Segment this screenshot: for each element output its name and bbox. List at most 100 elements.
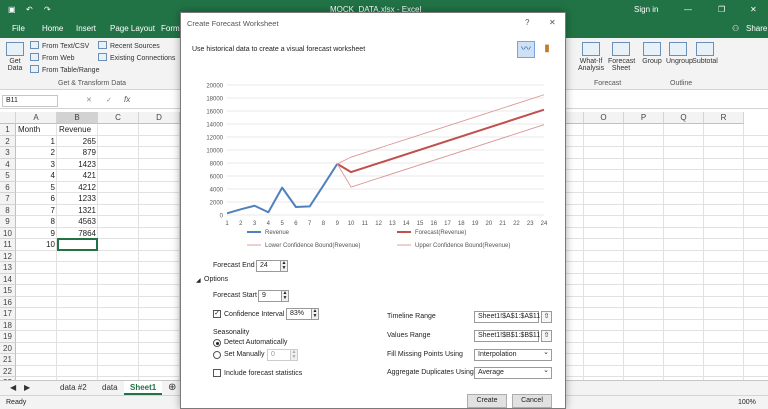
row-header[interactable]: 22 (0, 365, 16, 377)
values-range-input[interactable]: Sheet1!$B$1:$B$11 (474, 330, 540, 342)
cell-month[interactable]: 7 (16, 205, 57, 217)
cell-month[interactable]: 9 (16, 228, 57, 240)
next-sheet-icon[interactable]: ▶ (18, 381, 36, 395)
row-header[interactable]: 9 (0, 216, 16, 228)
confidence-interval-input[interactable]: 83% (286, 308, 312, 320)
fx-icon[interactable]: fx (124, 95, 130, 104)
share-icon[interactable]: ⚇ (732, 24, 739, 33)
confidence-interval-spinner[interactable]: ▲ ▼ (311, 308, 319, 320)
row-header[interactable]: 2 (0, 135, 16, 147)
column-chart-toggle-icon[interactable]: ▮ (538, 41, 556, 58)
cell-revenue[interactable]: 4212 (57, 182, 98, 194)
fill-missing-select[interactable]: Interpolation (474, 348, 552, 361)
values-range-picker-icon[interactable]: ⇧ (541, 330, 552, 342)
row-header[interactable]: 10 (0, 227, 16, 239)
line-chart-toggle-icon[interactable]: 〰 (517, 41, 535, 58)
sign-in-link[interactable]: Sign in (634, 5, 658, 14)
create-button[interactable]: Create (467, 394, 507, 408)
cancel-formula-icon[interactable]: ✕ (86, 96, 92, 104)
column-header-r[interactable]: R (704, 112, 744, 124)
tab-file[interactable]: File (12, 24, 25, 33)
forecast-end-input[interactable]: 24 (256, 260, 281, 272)
header-cell-revenue[interactable]: Revenue (57, 124, 98, 136)
column-header-o[interactable]: O (584, 112, 624, 124)
row-header[interactable]: 7 (0, 193, 16, 205)
help-icon[interactable]: ? (525, 18, 529, 27)
options-toggle[interactable]: Options (204, 276, 228, 283)
cell-month[interactable]: 5 (16, 182, 57, 194)
detect-auto-radio[interactable] (213, 339, 221, 347)
dialog-close-icon[interactable]: ✕ (549, 18, 556, 27)
tab-insert[interactable]: Insert (76, 24, 96, 33)
close-icon[interactable]: ✕ (750, 5, 757, 14)
cell-revenue[interactable]: 1423 (57, 159, 98, 171)
set-manually-spinner[interactable]: ▲ ▼ (290, 349, 298, 361)
set-manually-radio[interactable] (213, 351, 221, 359)
redo-icon[interactable]: ↷ (44, 5, 51, 14)
row-header[interactable]: 16 (0, 296, 16, 308)
existing-connections-button[interactable]: Existing Connections (98, 53, 175, 62)
cancel-button[interactable]: Cancel (512, 394, 552, 408)
cell-revenue[interactable]: 265 (57, 136, 98, 148)
tab-formulas[interactable]: Form (161, 24, 180, 33)
column-header-a[interactable]: A (16, 112, 57, 124)
row-header[interactable]: 14 (0, 273, 16, 285)
subtotal-button[interactable]: Subtotal (692, 42, 718, 65)
cell-month[interactable]: 6 (16, 193, 57, 205)
header-cell-month[interactable]: Month (16, 124, 57, 136)
column-header-c[interactable]: C (98, 112, 139, 124)
row-header[interactable]: 8 (0, 204, 16, 216)
share-button[interactable]: Share (746, 24, 767, 33)
cell-month[interactable]: 4 (16, 170, 57, 182)
row-header[interactable]: 17 (0, 308, 16, 320)
set-manually-input[interactable]: 0 (267, 349, 291, 361)
forecast-sheet-button[interactable]: Forecast Sheet (608, 42, 635, 72)
row-header[interactable]: 1 (0, 124, 16, 136)
selected-cell-b11[interactable] (57, 238, 98, 251)
options-collapse-icon[interactable]: ◢ (196, 277, 201, 284)
column-header-b[interactable]: B (57, 112, 98, 124)
confidence-interval-checkbox[interactable]: ✓ (213, 310, 221, 318)
zoom-level[interactable]: 100% (738, 399, 756, 406)
row-header[interactable]: 18 (0, 319, 16, 331)
timeline-range-picker-icon[interactable]: ⇧ (541, 311, 552, 323)
from-web-button[interactable]: From Web (30, 53, 75, 62)
sheet-tab-data-2[interactable]: data #2 (54, 381, 93, 395)
timeline-range-input[interactable]: Sheet1!$A$1:$A$11 (474, 311, 540, 323)
column-header-n[interactable] (566, 112, 584, 124)
row-header[interactable]: 11 (0, 239, 16, 251)
cell-revenue[interactable]: 421 (57, 170, 98, 182)
cell-revenue[interactable]: 1321 (57, 205, 98, 217)
enter-formula-icon[interactable]: ✓ (106, 96, 112, 104)
sheet-tab-sheet1[interactable]: Sheet1 (124, 381, 163, 395)
row-header[interactable]: 21 (0, 354, 16, 366)
get-data-button[interactable]: Get Data (4, 42, 26, 72)
forecast-end-spinner[interactable]: ▲ ▼ (280, 260, 288, 272)
cell-month[interactable]: 2 (16, 147, 57, 159)
include-stats-checkbox[interactable] (213, 369, 221, 377)
maximize-icon[interactable]: ❐ (718, 5, 725, 14)
select-all-corner[interactable] (0, 112, 16, 124)
row-header[interactable]: 5 (0, 170, 16, 182)
tab-page-layout[interactable]: Page Layout (110, 24, 155, 33)
forecast-start-spinner[interactable]: ▲ ▼ (281, 290, 289, 302)
ungroup-button[interactable]: Ungroup (666, 42, 693, 65)
cell-month[interactable]: 1 (16, 136, 57, 148)
minimize-icon[interactable]: — (684, 5, 692, 14)
tab-home[interactable]: Home (42, 24, 63, 33)
aggregate-select[interactable]: Average (474, 366, 552, 379)
whatif-button[interactable]: What-If Analysis (578, 42, 604, 72)
undo-icon[interactable]: ↶ (26, 5, 33, 14)
name-box[interactable]: B11 (2, 95, 58, 107)
cell-month[interactable]: 8 (16, 216, 57, 228)
row-header[interactable]: 15 (0, 285, 16, 297)
column-header-d[interactable]: D (139, 112, 180, 124)
cell-revenue[interactable]: 4563 (57, 216, 98, 228)
row-header[interactable]: 3 (0, 147, 16, 159)
forecast-start-input[interactable]: 9 (258, 290, 282, 302)
row-header[interactable]: 6 (0, 181, 16, 193)
cell-revenue[interactable]: 1233 (57, 193, 98, 205)
row-header[interactable]: 13 (0, 262, 16, 274)
cell-month[interactable]: 3 (16, 159, 57, 171)
row-header[interactable]: 4 (0, 158, 16, 170)
